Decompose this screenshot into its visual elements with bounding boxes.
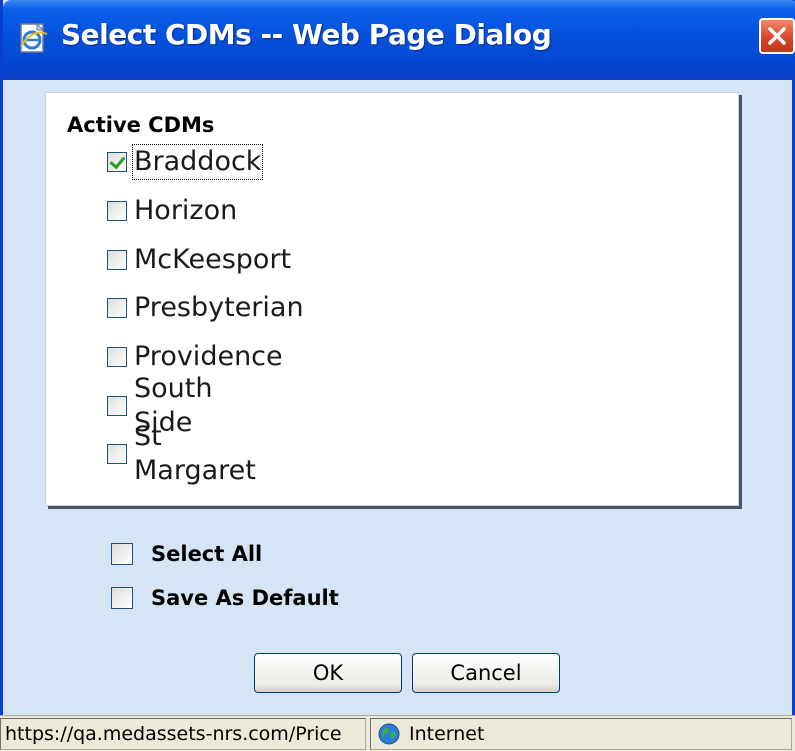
cancel-button[interactable]: Cancel [412,653,560,693]
checkbox[interactable] [107,152,127,172]
cdm-item-label: Braddock [131,144,264,180]
checkbox[interactable] [107,201,127,221]
checkbox[interactable] [107,396,127,416]
save-as-default-checkbox[interactable] [111,587,133,609]
checkbox[interactable] [107,250,127,270]
select-all-checkbox[interactable] [111,543,133,565]
save-as-default-option[interactable]: Save As Default [111,583,339,613]
close-icon [768,27,786,45]
cdm-item-providence[interactable]: Providence [107,337,284,377]
globe-icon [378,723,400,745]
dialog-title: Select CDMs -- Web Page Dialog [61,18,552,51]
cdm-item-label: Presbyterian [134,292,304,323]
close-button[interactable] [759,18,795,54]
select-all-label: Select All [151,542,263,566]
security-zone: Internet [370,718,792,750]
status-url: https://qa.medassets-nrs.com/Price [0,718,366,750]
cdm-item-label: McKeesport [134,244,292,275]
zone-label: Internet [409,723,485,745]
cdm-item-label: Providence [134,341,283,372]
cdm-item-mckeesport[interactable]: McKeesport [107,240,292,280]
ok-button[interactable]: OK [254,653,402,693]
checkbox[interactable] [107,298,127,318]
cdm-item-label: Horizon [134,195,238,226]
ie-page-icon [20,22,48,53]
cdm-item-label: St Margaret [134,421,256,486]
title-bar[interactable]: Select CDMs -- Web Page Dialog [3,0,795,80]
checkbox[interactable] [107,347,127,367]
cdm-item-st-margaret[interactable]: St Margaret [107,421,257,486]
save-as-default-label: Save As Default [151,586,339,610]
cdm-item-horizon[interactable]: Horizon [107,191,238,231]
dialog-window: Select CDMs -- Web Page Dialog Active CD… [0,0,795,751]
cdm-item-braddock[interactable]: Braddock [107,142,264,182]
cdm-item-presbyterian[interactable]: Presbyterian [107,288,305,328]
status-bar: https://qa.medassets-nrs.com/Price Inter… [0,715,795,751]
checkbox[interactable] [107,444,127,464]
cdm-group-label: Active CDMs [67,113,215,137]
select-all-option[interactable]: Select All [111,539,262,569]
